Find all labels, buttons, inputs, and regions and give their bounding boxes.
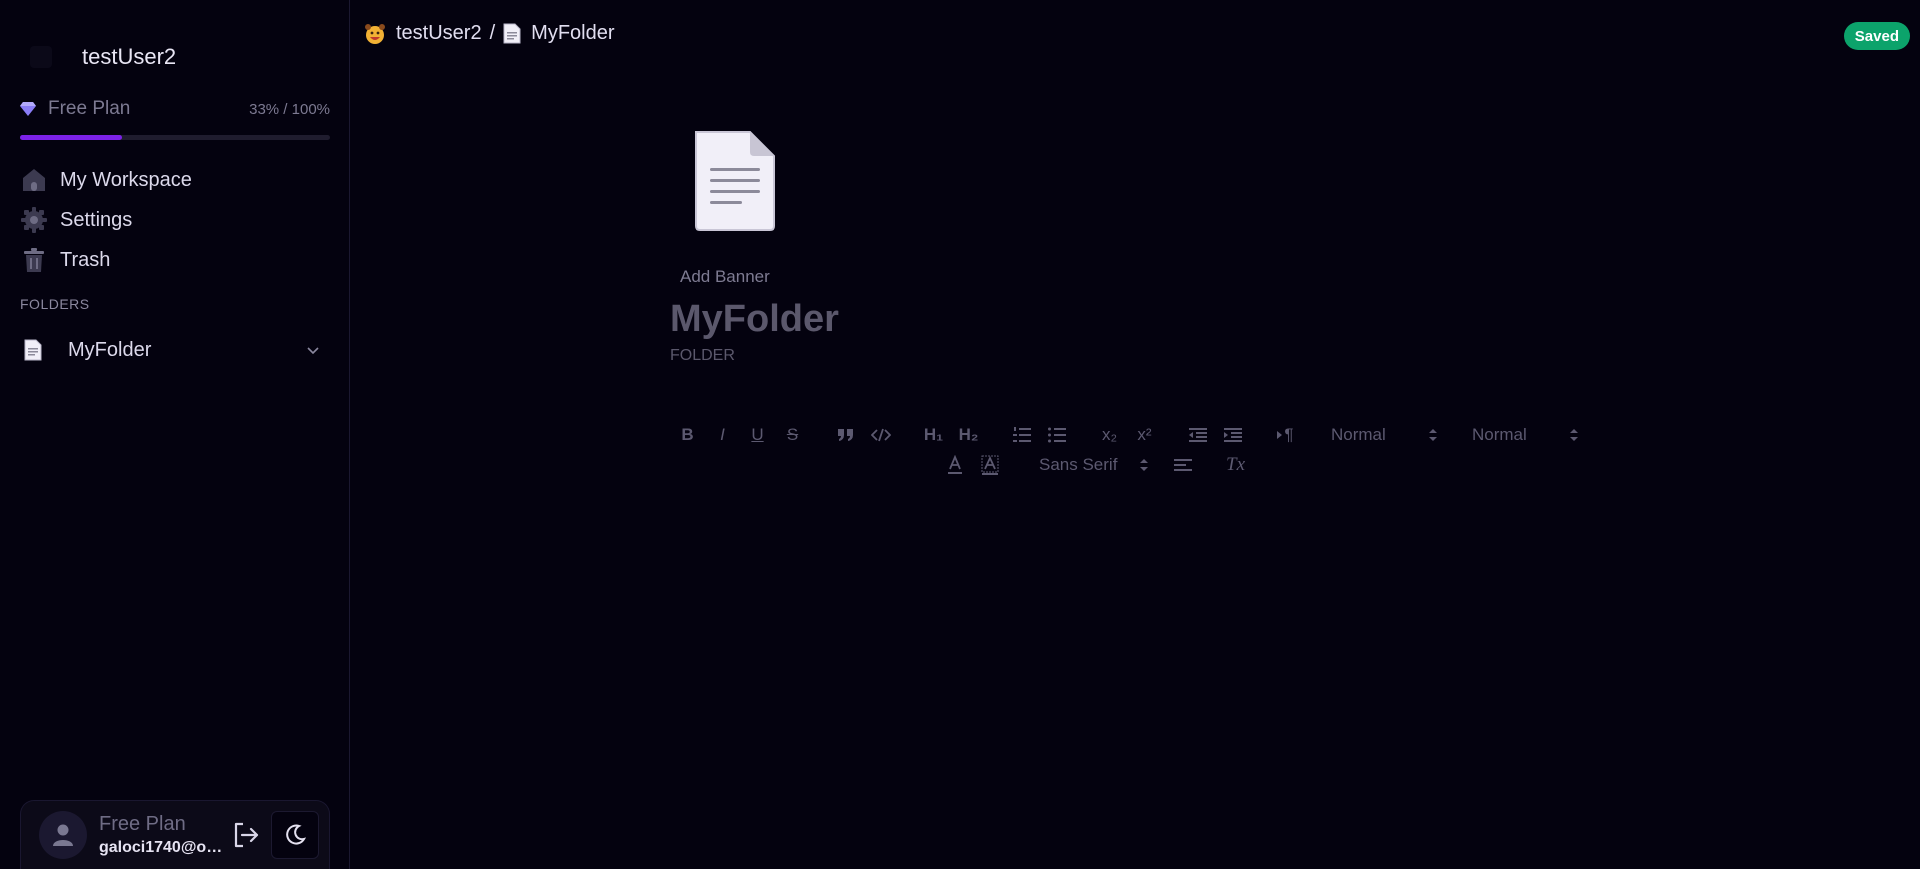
bullet-list-button[interactable] xyxy=(1039,421,1074,449)
add-banner-button[interactable]: Add Banner xyxy=(680,267,770,287)
plan-progress-fill xyxy=(20,135,123,140)
header-select-value: Normal xyxy=(1472,425,1527,444)
page-type-label: FOLDER xyxy=(670,347,735,364)
breadcrumb-workspace[interactable]: testUser2 xyxy=(396,22,482,45)
outdent-icon xyxy=(1188,428,1207,442)
user-plan: Free Plan xyxy=(99,813,186,835)
editor-toolbar: B I U S H₁ H₂ x₂ x² ¶ Normal Normal Sans… xyxy=(670,420,1610,480)
direction-label: ¶ xyxy=(1284,425,1294,444)
ordered-list-button[interactable] xyxy=(1004,421,1039,449)
text-direction-button[interactable]: ¶ xyxy=(1268,421,1303,449)
workspace-name: testUser2 xyxy=(82,44,177,69)
italic-button[interactable]: I xyxy=(705,421,740,449)
toolbar-row-2: Sans Serif Tx xyxy=(670,450,1610,480)
select-arrows-icon xyxy=(1570,429,1578,441)
text-color-button[interactable] xyxy=(937,451,972,479)
plan-label: Free Plan xyxy=(48,98,131,119)
ordered-list-icon xyxy=(1012,427,1031,442)
moon-icon xyxy=(286,824,307,845)
workspace-logo xyxy=(30,46,52,68)
blockquote-button[interactable] xyxy=(828,421,863,449)
folders-heading: FOLDERS xyxy=(20,296,90,312)
direction-arrow-icon xyxy=(1277,431,1283,439)
theme-toggle-button[interactable] xyxy=(271,811,319,859)
sidebar: testUser2 Free Plan 33% / 100% My Worksp… xyxy=(0,0,350,869)
document-emoji-icon xyxy=(503,23,521,44)
user-info: Free Plan galoci1740@oci... xyxy=(99,813,227,857)
document-emoji-icon xyxy=(24,339,52,361)
subscript-button[interactable]: x₂ xyxy=(1092,421,1127,449)
logout-icon xyxy=(234,822,259,848)
indent-icon xyxy=(1223,428,1242,442)
folder-name: MyFolder xyxy=(68,338,152,361)
select-arrows-icon xyxy=(1140,459,1148,471)
align-button[interactable] xyxy=(1165,451,1200,479)
indent-button[interactable] xyxy=(1215,421,1250,449)
page-emoji-icon[interactable] xyxy=(690,128,780,232)
code-icon xyxy=(870,428,891,442)
plan-usage: 33% / 100% xyxy=(249,100,330,118)
code-block-button[interactable] xyxy=(863,421,898,449)
sidebar-item-label: Settings xyxy=(60,208,133,231)
chevron-down-icon[interactable] xyxy=(304,341,322,359)
sidebar-item-settings[interactable]: Settings xyxy=(20,200,330,240)
user-email: galoci1740@oci... xyxy=(99,839,227,856)
workspace-header[interactable]: testUser2 xyxy=(30,44,176,70)
gear-icon xyxy=(21,207,47,233)
diamond-icon xyxy=(20,102,36,116)
user-icon xyxy=(53,824,73,846)
plan-row: Free Plan 33% / 100% xyxy=(20,98,330,120)
status-badge: Saved xyxy=(1843,22,1910,50)
breadcrumb-folder[interactable]: MyFolder xyxy=(531,22,614,45)
bold-button[interactable]: B xyxy=(670,421,705,449)
sidebar-nav: My Workspace Settings Trash xyxy=(20,160,330,280)
page-title[interactable]: MyFolder xyxy=(670,298,839,341)
select-arrows-icon xyxy=(1429,429,1437,441)
header-select[interactable]: Normal xyxy=(1460,421,1585,449)
breadcrumb: testUser2 / MyFolder xyxy=(364,22,615,45)
font-select[interactable]: Sans Serif xyxy=(1027,451,1155,479)
font-select-value: Sans Serif xyxy=(1039,455,1118,474)
logout-button[interactable] xyxy=(229,818,263,852)
user-card: Free Plan galoci1740@oci... xyxy=(20,800,330,869)
sidebar-item-label: My Workspace xyxy=(60,168,192,191)
main-content: testUser2 / MyFolder Saved Add Banner My… xyxy=(350,0,1920,869)
sidebar-item-my-workspace[interactable]: My Workspace xyxy=(20,160,330,200)
trash-icon xyxy=(24,248,44,272)
header-1-button[interactable]: H₁ xyxy=(916,421,951,449)
clear-format-button[interactable]: Tx xyxy=(1218,451,1253,479)
underline-button[interactable]: U xyxy=(740,421,775,449)
text-color-icon xyxy=(947,455,962,474)
background-color-icon xyxy=(981,455,998,475)
workspace-emoji-icon xyxy=(364,23,386,45)
avatar[interactable] xyxy=(39,811,87,859)
folder-item-myfolder[interactable]: MyFolder xyxy=(20,334,330,366)
sidebar-item-trash[interactable]: Trash xyxy=(20,240,330,280)
home-icon xyxy=(23,169,45,191)
size-select[interactable]: Normal xyxy=(1319,421,1444,449)
header-2-button[interactable]: H₂ xyxy=(951,421,986,449)
background-color-button[interactable] xyxy=(972,451,1007,479)
toolbar-row-1: B I U S H₁ H₂ x₂ x² ¶ Normal Normal xyxy=(670,420,1610,450)
plan-progress-bar xyxy=(20,135,330,140)
quote-icon xyxy=(837,429,853,441)
outdent-button[interactable] xyxy=(1180,421,1215,449)
sidebar-item-label: Trash xyxy=(60,248,111,271)
size-select-value: Normal xyxy=(1331,425,1386,444)
superscript-button[interactable]: x² xyxy=(1127,421,1162,449)
bullet-list-icon xyxy=(1047,427,1066,443)
breadcrumb-separator: / xyxy=(489,22,496,44)
strike-button[interactable]: S xyxy=(775,421,810,449)
align-left-icon xyxy=(1173,459,1192,471)
